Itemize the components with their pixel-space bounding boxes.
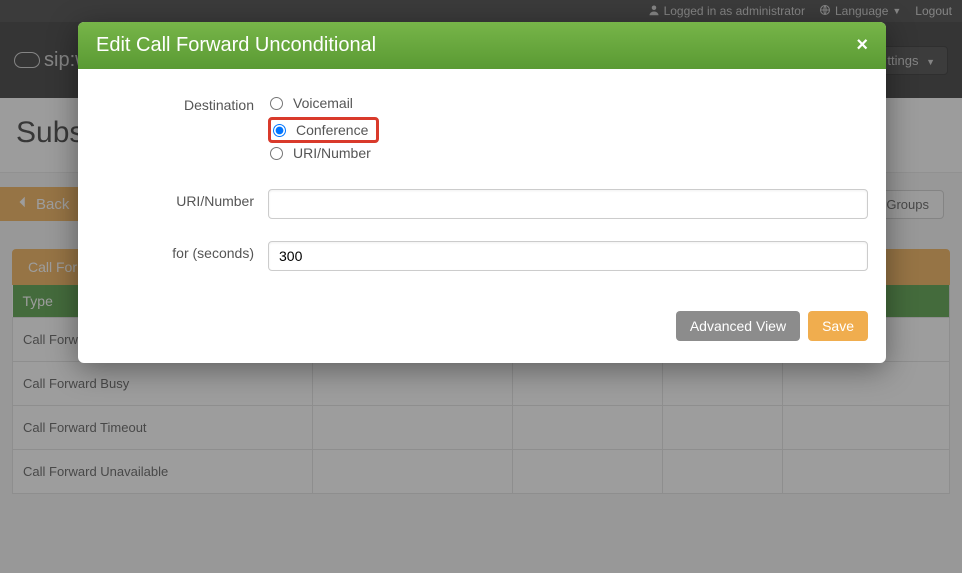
- option-voicemail-label: Voicemail: [293, 95, 353, 111]
- uri-row: URI/Number: [96, 189, 868, 219]
- edit-call-forward-modal: Edit Call Forward Unconditional × Destin…: [78, 22, 886, 363]
- save-button[interactable]: Save: [808, 311, 868, 341]
- close-icon[interactable]: ×: [856, 34, 868, 57]
- modal-header: Edit Call Forward Unconditional ×: [78, 22, 886, 69]
- modal-body: Destination Voicemail Conference URI/Num…: [78, 69, 886, 303]
- radio-conference[interactable]: [273, 124, 286, 137]
- modal-title: Edit Call Forward Unconditional: [96, 34, 376, 57]
- uri-label: URI/Number: [96, 189, 268, 209]
- seconds-label: for (seconds): [96, 241, 268, 261]
- destination-label: Destination: [96, 93, 268, 113]
- destination-row: Destination Voicemail Conference URI/Num…: [96, 93, 868, 167]
- seconds-row: for (seconds): [96, 241, 868, 271]
- modal-footer: Advanced View Save: [78, 303, 886, 363]
- advanced-view-button[interactable]: Advanced View: [676, 311, 800, 341]
- highlighted-option: Conference: [268, 117, 379, 143]
- radio-voicemail[interactable]: [270, 97, 283, 110]
- destination-options: Voicemail Conference URI/Number: [268, 93, 868, 167]
- uri-input[interactable]: [268, 189, 868, 219]
- option-uri-label: URI/Number: [293, 145, 371, 161]
- option-uri[interactable]: URI/Number: [268, 143, 868, 167]
- radio-uri[interactable]: [270, 147, 283, 160]
- option-voicemail[interactable]: Voicemail: [268, 93, 868, 117]
- seconds-input[interactable]: [268, 241, 868, 271]
- option-conference-label: Conference: [296, 122, 368, 138]
- option-conference[interactable]: Conference: [271, 120, 368, 140]
